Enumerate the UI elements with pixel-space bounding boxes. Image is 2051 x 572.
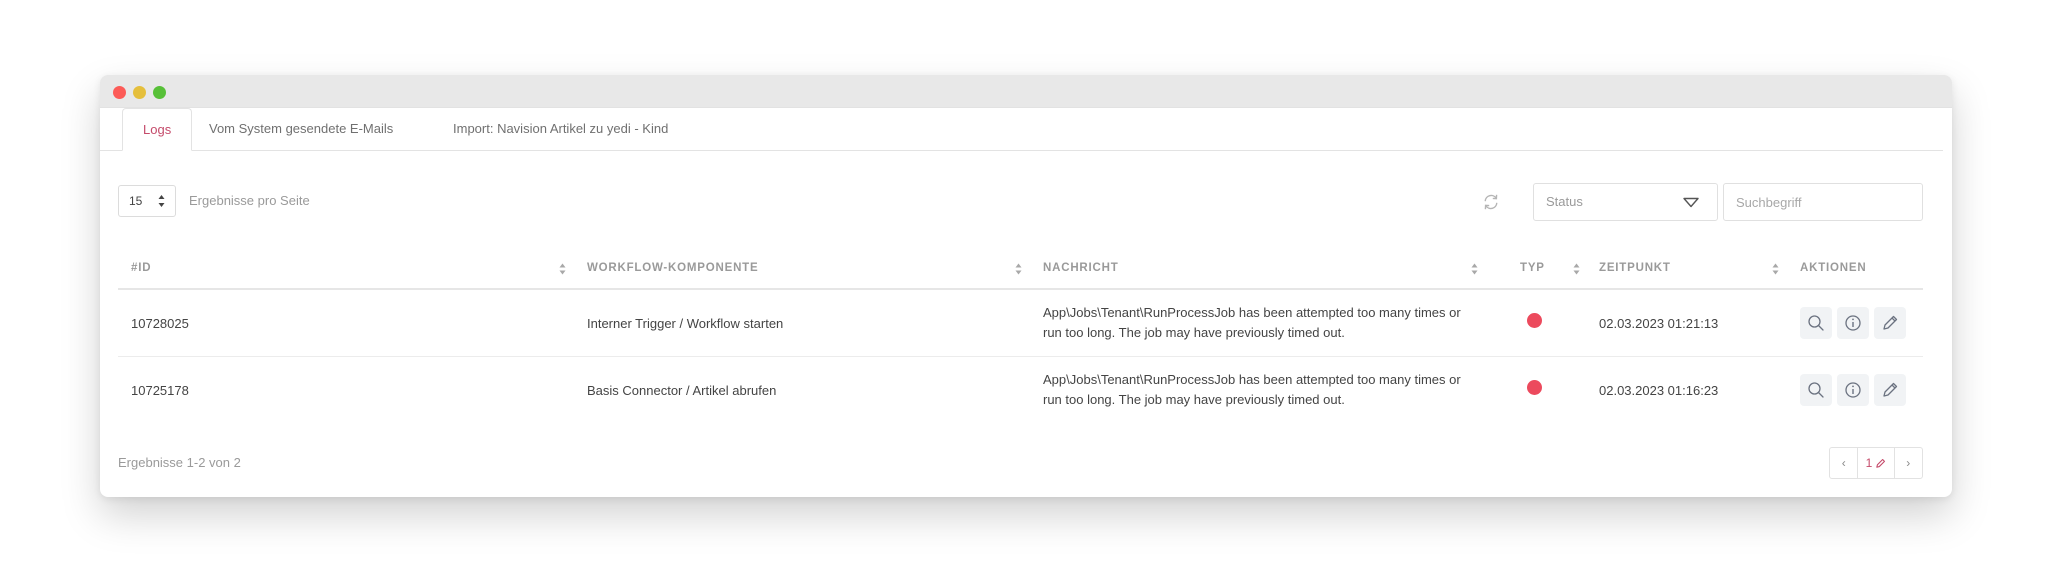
column-header-actions: AKTIONEN	[1800, 262, 1867, 274]
app-window: Logs Vom System gesendete E-Mails Import…	[100, 75, 1952, 497]
message-line: App\Jobs\Tenant\RunProcessJob has been a…	[1043, 372, 1461, 387]
maximize-window-button[interactable]	[153, 86, 166, 99]
current-page-number: 1	[1865, 456, 1873, 470]
cell-component: Basis Connector / Artikel abrufen	[587, 382, 777, 398]
search-icon	[1808, 382, 1824, 398]
chevron-down-icon	[1683, 197, 1699, 208]
search-input[interactable]	[1723, 183, 1923, 221]
sort-icon[interactable]	[1573, 263, 1580, 275]
tab-import-navision[interactable]: Import: Navision Artikel zu yedi - Kind	[433, 108, 688, 150]
status-filter-placeholder: Status	[1546, 194, 1583, 209]
tab-logs[interactable]: Logs	[122, 108, 193, 151]
sort-icon[interactable]	[1772, 263, 1779, 275]
column-header-timestamp[interactable]: ZEITPUNKT	[1599, 248, 1671, 288]
cell-message: App\Jobs\Tenant\RunProcessJob has been a…	[1043, 357, 1493, 423]
table-toolbar: 15 Ergebnisse pro Seite Status	[100, 183, 1952, 225]
per-page-value: 15	[129, 194, 143, 208]
sort-icon[interactable]	[1015, 263, 1022, 275]
prev-page-button[interactable]: ‹	[1830, 448, 1859, 478]
pencil-icon	[1876, 458, 1886, 468]
edit-icon	[1883, 315, 1898, 330]
close-window-button[interactable]	[113, 86, 126, 99]
per-page-label: Ergebnisse pro Seite	[189, 193, 310, 208]
message-line: run too long. The job may have previousl…	[1043, 392, 1345, 407]
sort-icon[interactable]	[559, 263, 566, 275]
column-header-id[interactable]: #ID	[131, 248, 151, 288]
cell-timestamp: 02.03.2023 01:21:13	[1599, 315, 1719, 331]
error-status-dot	[1527, 380, 1542, 395]
sort-icon[interactable]	[1471, 263, 1478, 275]
column-header-type[interactable]: TYP	[1520, 248, 1545, 288]
info-button[interactable]	[1837, 307, 1869, 339]
cell-component: Interner Trigger / Workflow starten	[587, 315, 784, 331]
cell-message: App\Jobs\Tenant\RunProcessJob has been a…	[1043, 290, 1493, 356]
tab-bar: Logs Vom System gesendete E-Mails Import…	[100, 108, 1943, 151]
table-footer: Ergebnisse 1-2 von 2 ‹ 1 ›	[118, 447, 1923, 479]
column-header-message[interactable]: NACHRICHT	[1043, 248, 1119, 288]
view-button[interactable]	[1800, 374, 1832, 406]
table-row: 10725178 Basis Connector / Artikel abruf…	[118, 357, 1923, 423]
edit-button[interactable]	[1874, 374, 1906, 406]
status-filter-select[interactable]: Status	[1533, 183, 1718, 221]
info-icon	[1845, 382, 1861, 398]
pagination: ‹ 1 ›	[1829, 447, 1923, 479]
message-line: App\Jobs\Tenant\RunProcessJob has been a…	[1043, 305, 1461, 320]
cell-timestamp: 02.03.2023 01:16:23	[1599, 382, 1719, 398]
refresh-icon[interactable]	[1482, 193, 1500, 211]
tab-sent-emails[interactable]: Vom System gesendete E-Mails	[189, 108, 413, 150]
column-header-component[interactable]: WORKFLOW-KOMPONENTE	[587, 248, 758, 288]
current-page-button[interactable]: 1	[1858, 448, 1895, 478]
cell-id: 10725178	[131, 382, 189, 398]
cell-id: 10728025	[131, 315, 189, 331]
minimize-window-button[interactable]	[133, 86, 146, 99]
edit-icon	[1883, 382, 1898, 397]
logs-table: #ID WORKFLOW-KOMPONENTE NACHRICHT TYP ZE…	[118, 248, 1923, 423]
message-line: run too long. The job may have previousl…	[1043, 325, 1345, 340]
search-icon	[1808, 315, 1824, 331]
view-button[interactable]	[1800, 307, 1832, 339]
edit-button[interactable]	[1874, 307, 1906, 339]
error-status-dot	[1527, 313, 1542, 328]
table-row: 10728025 Interner Trigger / Workflow sta…	[118, 290, 1923, 357]
table-header: #ID WORKFLOW-KOMPONENTE NACHRICHT TYP ZE…	[118, 248, 1923, 290]
info-icon	[1845, 315, 1861, 331]
info-button[interactable]	[1837, 374, 1869, 406]
next-page-button[interactable]: ›	[1895, 448, 1922, 478]
results-summary: Ergebnisse 1-2 von 2	[118, 455, 241, 470]
per-page-select[interactable]: 15	[118, 185, 176, 217]
select-arrows-icon	[158, 195, 165, 207]
title-bar	[100, 75, 1952, 108]
